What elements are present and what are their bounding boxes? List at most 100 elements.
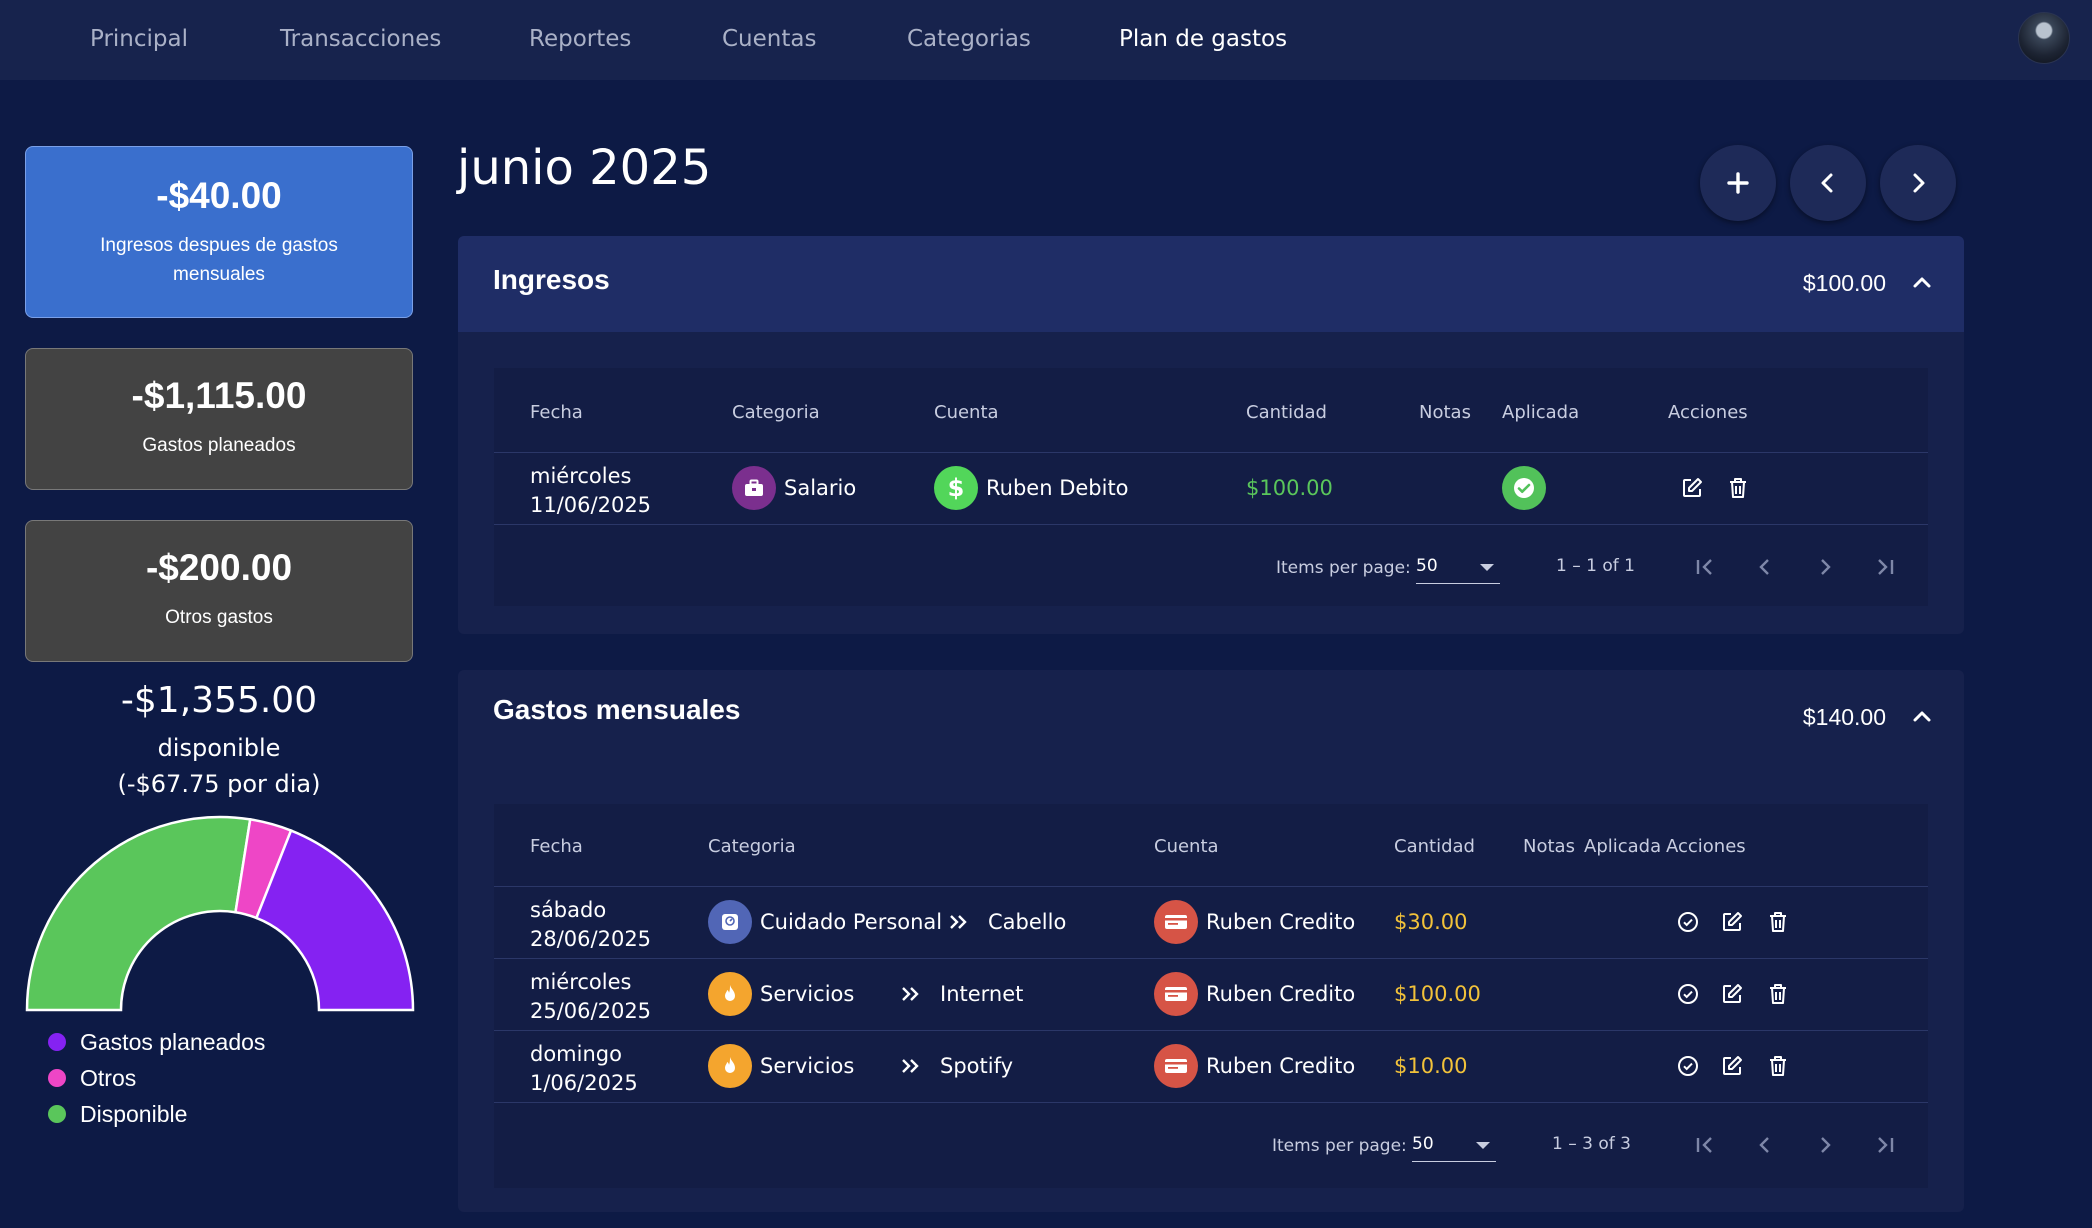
- legend-dot-icon: [48, 1033, 66, 1051]
- trash-icon[interactable]: [1764, 1052, 1792, 1080]
- items-per-page-label: Items per page:: [1272, 1136, 1407, 1156]
- row-amount: $10.00: [1394, 1054, 1468, 1078]
- row-account: Ruben Debito: [986, 476, 1129, 500]
- month-title: junio 2025: [457, 140, 712, 196]
- income-after-amount: -$40.00: [156, 175, 282, 216]
- col-aplicada: Aplicada: [1584, 836, 1662, 857]
- row-divider: [494, 1102, 1928, 1103]
- dollar-icon: $: [934, 466, 978, 510]
- row-date-value: 11/06/2025: [530, 493, 652, 517]
- row-date-value: 1/06/2025: [530, 1071, 638, 1095]
- legend-item[interactable]: Gastos planeados: [48, 1024, 265, 1060]
- avatar[interactable]: [2018, 12, 2070, 64]
- nav-plan-de-gastos[interactable]: Plan de gastos: [1119, 0, 1287, 80]
- edit-icon[interactable]: [1678, 474, 1706, 502]
- gauge-segment-gastos-planeados: [254, 828, 415, 1012]
- col-cantidad: Cantidad: [1394, 836, 1475, 857]
- chevron-up-icon[interactable]: [1910, 270, 1934, 294]
- nav-categorias[interactable]: Categorias: [907, 0, 1031, 80]
- edit-icon[interactable]: [1718, 1052, 1746, 1080]
- row-category: Servicios: [760, 1054, 855, 1078]
- pager-range: 1 – 3 of 3: [1552, 1134, 1631, 1154]
- col-categoria: Categoria: [732, 402, 820, 423]
- nav-principal[interactable]: Principal: [90, 0, 188, 80]
- edit-icon[interactable]: [1718, 980, 1746, 1008]
- chevron-up-icon[interactable]: [1910, 704, 1934, 728]
- col-acciones: Acciones: [1668, 402, 1748, 423]
- previous-month-button[interactable]: [1790, 145, 1866, 221]
- row-subcategory: Cabello: [988, 910, 1067, 934]
- legend-item[interactable]: Otros: [48, 1060, 265, 1096]
- other-expenses-amount: -$200.00: [145, 547, 293, 588]
- check-circle-icon[interactable]: [1502, 466, 1546, 510]
- next-page-icon[interactable]: [1810, 1130, 1840, 1160]
- credit-card-icon: [1154, 1044, 1198, 1088]
- gastos-mensuales-panel: Gastos mensuales $140.00 Fecha Categoria…: [458, 670, 1964, 1212]
- header-divider: [494, 886, 1928, 887]
- planned-expenses-card: -$1,115.00 Gastos planeados: [25, 348, 413, 490]
- credit-card-icon: [1154, 972, 1198, 1016]
- col-cuenta: Cuenta: [934, 402, 999, 423]
- legend-dot-icon: [48, 1069, 66, 1087]
- col-acciones: Acciones: [1666, 836, 1746, 857]
- gastos-panel-header[interactable]: Gastos mensuales $140.00: [458, 670, 1964, 766]
- row-date: domingo 1/06/2025: [530, 1040, 638, 1098]
- gauge-segment-disponible: [25, 815, 252, 1012]
- row-divider: [494, 958, 1928, 959]
- trash-icon[interactable]: [1764, 980, 1792, 1008]
- next-page-icon[interactable]: [1810, 552, 1840, 582]
- ingresos-panel: Ingresos $100.00 Fecha Categoria Cuenta …: [458, 236, 1964, 634]
- last-page-icon[interactable]: [1870, 1130, 1900, 1160]
- col-aplicada: Aplicada: [1502, 402, 1580, 423]
- row-date-value: 25/06/2025: [530, 999, 652, 1023]
- row-amount: $100.00: [1394, 982, 1481, 1006]
- dropdown-caret-icon: [1476, 1142, 1490, 1149]
- double-chevron-right-icon: [950, 915, 967, 929]
- apply-check-icon[interactable]: [1674, 1052, 1702, 1080]
- row-amount: $100.00: [1246, 476, 1333, 500]
- add-button[interactable]: [1700, 145, 1776, 221]
- items-per-page-select[interactable]: 50: [1416, 552, 1500, 584]
- next-month-button[interactable]: [1880, 145, 1956, 221]
- chevron-left-icon: [1821, 173, 1833, 193]
- budget-gauge-chart: [25, 815, 415, 1012]
- row-date: miércoles 11/06/2025: [530, 462, 651, 520]
- nav-reportes[interactable]: Reportes: [529, 0, 631, 80]
- nav-cuentas[interactable]: Cuentas: [722, 0, 816, 80]
- first-page-icon[interactable]: [1690, 1130, 1720, 1160]
- plus-icon: [1727, 172, 1749, 194]
- apply-check-icon[interactable]: [1674, 908, 1702, 936]
- col-notas: Notas: [1523, 836, 1575, 857]
- other-expenses-label: Otros gastos: [165, 607, 273, 628]
- row-subcategory: Internet: [940, 982, 1024, 1006]
- ingresos-panel-header[interactable]: Ingresos $100.00: [458, 236, 1964, 332]
- row-category: Cuidado Personal: [760, 910, 943, 934]
- ingresos-total: $100.00: [1802, 270, 1886, 296]
- nav-transacciones[interactable]: Transacciones: [280, 0, 441, 80]
- last-page-icon[interactable]: [1870, 552, 1900, 582]
- previous-page-icon[interactable]: [1750, 552, 1780, 582]
- planned-expenses-label: Gastos planeados: [142, 435, 296, 456]
- col-cuenta: Cuenta: [1154, 836, 1219, 857]
- row-account: Ruben Credito: [1206, 1054, 1356, 1078]
- trash-icon[interactable]: [1724, 474, 1752, 502]
- flame-icon: [708, 972, 752, 1016]
- edit-icon[interactable]: [1718, 908, 1746, 936]
- dropdown-caret-icon: [1480, 564, 1494, 571]
- scale-icon: [708, 900, 752, 944]
- row-category: Salario: [784, 476, 857, 500]
- income-after-card: -$40.00 Ingresos despues de gastos mensu…: [25, 146, 413, 318]
- income-after-label-line2: mensuales: [173, 264, 265, 285]
- top-nav: Principal Transacciones Reportes Cuentas…: [0, 0, 2092, 80]
- items-per-page-select[interactable]: 50: [1412, 1130, 1496, 1162]
- trash-icon[interactable]: [1764, 908, 1792, 936]
- row-category: Servicios: [760, 982, 855, 1006]
- legend-item[interactable]: Disponible: [48, 1096, 265, 1132]
- previous-page-icon[interactable]: [1750, 1130, 1780, 1160]
- planned-expenses-amount: -$1,115.00: [131, 375, 307, 416]
- other-expenses-card: -$200.00 Otros gastos: [25, 520, 413, 662]
- col-cantidad: Cantidad: [1246, 402, 1327, 423]
- first-page-icon[interactable]: [1690, 552, 1720, 582]
- row-account: Ruben Credito: [1206, 982, 1356, 1006]
- apply-check-icon[interactable]: [1674, 980, 1702, 1008]
